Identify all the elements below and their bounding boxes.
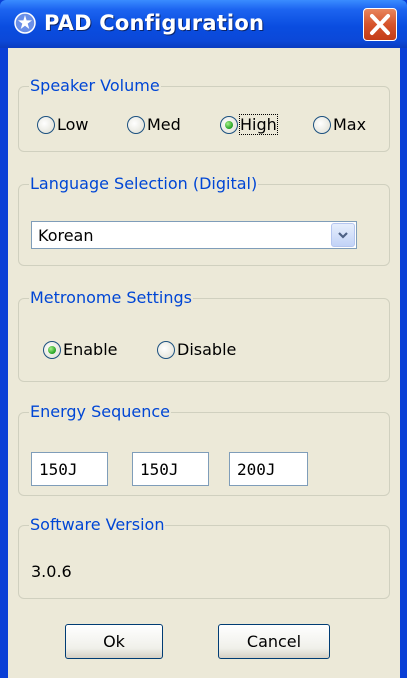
radio-circle	[127, 115, 145, 134]
speaker-volume-label: Speaker Volume	[29, 76, 161, 96]
radio-circle-selected	[43, 340, 61, 359]
energy-field-2[interactable]: 150J	[132, 452, 209, 486]
metronome-enable-radio[interactable]: Enable	[43, 340, 118, 359]
radio-circle	[313, 115, 331, 134]
dropdown-button[interactable]	[331, 223, 355, 247]
volume-low-label: Low	[57, 115, 89, 134]
software-version-value: 3.0.6	[31, 562, 72, 581]
close-button[interactable]	[363, 8, 397, 41]
energy-group: Energy Sequence 150J 150J 200J	[18, 402, 390, 496]
metronome-group: Metronome Settings Enable Disable	[18, 288, 390, 382]
language-selected-value: Korean	[38, 226, 94, 245]
title-bar[interactable]: PAD Configuration	[0, 0, 407, 48]
language-label: Language Selection (Digital)	[29, 174, 259, 194]
language-group: Language Selection (Digital) Korean	[18, 174, 390, 266]
pad-config-window: PAD Configuration Speaker Volume Low Med…	[0, 0, 407, 678]
ok-button[interactable]: Ok	[65, 624, 163, 659]
dialog-body: Speaker Volume Low Med High Max Language…	[8, 48, 400, 678]
volume-med-label: Med	[147, 115, 181, 134]
software-version-group: Software Version 3.0.6	[18, 515, 390, 599]
volume-high-radio[interactable]: High	[220, 114, 278, 135]
speaker-volume-group: Speaker Volume Low Med High Max	[18, 76, 390, 152]
close-icon	[370, 14, 390, 35]
language-select[interactable]: Korean	[31, 221, 357, 249]
software-version-label: Software Version	[29, 515, 166, 535]
radio-circle	[37, 115, 55, 134]
radio-circle	[157, 340, 175, 359]
metronome-disable-radio[interactable]: Disable	[157, 340, 236, 359]
window-title: PAD Configuration	[44, 11, 265, 35]
chevron-down-icon	[338, 232, 348, 239]
volume-low-radio[interactable]: Low	[37, 115, 89, 134]
energy-label: Energy Sequence	[29, 402, 172, 422]
cancel-button[interactable]: Cancel	[218, 624, 330, 659]
metronome-disable-label: Disable	[177, 340, 237, 359]
volume-high-label: High	[239, 114, 278, 135]
energy-field-1[interactable]: 150J	[31, 452, 108, 486]
volume-max-radio[interactable]: Max	[313, 115, 366, 134]
radio-circle-selected	[220, 115, 238, 134]
energy-field-3[interactable]: 200J	[229, 452, 308, 486]
metronome-enable-label: Enable	[63, 340, 118, 359]
volume-med-radio[interactable]: Med	[127, 115, 181, 134]
metronome-label: Metronome Settings	[29, 288, 194, 308]
volume-max-label: Max	[333, 115, 367, 134]
gear-star-icon	[14, 12, 36, 34]
